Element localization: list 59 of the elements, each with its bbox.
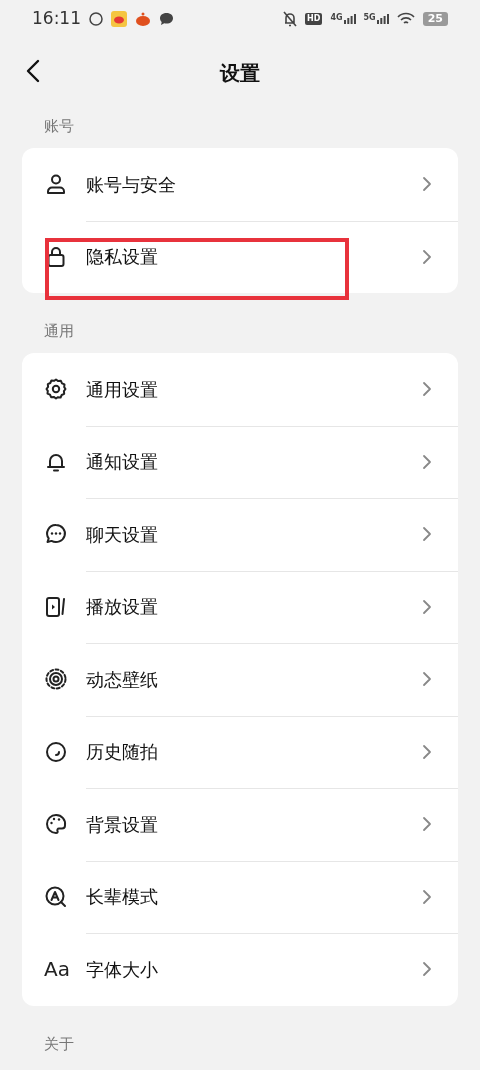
item-label: 通用设置 (86, 377, 159, 402)
settings-item[interactable]: 动态壁纸 (22, 643, 458, 716)
app-icon (135, 11, 151, 27)
signal-icon (343, 14, 356, 24)
message-icon (159, 12, 174, 26)
target-icon (44, 667, 68, 692)
item-label: 隐私设置 (86, 245, 159, 270)
chevron-right-icon (422, 176, 432, 193)
item-label: 字体大小 (86, 957, 159, 982)
chevron-right-icon (422, 888, 432, 905)
chevron-right-icon (422, 816, 432, 833)
settings-icon (44, 377, 68, 402)
item-label: 播放设置 (86, 595, 159, 620)
section-heading: 关于 (44, 1034, 74, 1053)
history-icon (44, 739, 68, 764)
item-label: 通知设置 (86, 450, 159, 475)
battery-level: 25 (422, 12, 448, 26)
settings-item[interactable]: 播放设置 (22, 570, 458, 643)
circle-icon (89, 12, 103, 26)
settings-item[interactable]: Aa 字体大小 (22, 933, 458, 1006)
settings-item[interactable]: 长辈模式 (22, 860, 458, 933)
font-size-icon: Aa (44, 959, 68, 980)
chevron-right-icon (422, 381, 432, 398)
person-icon (44, 172, 68, 197)
chevron-right-icon (422, 671, 432, 688)
back-icon (26, 59, 40, 83)
item-label: 动态壁纸 (86, 667, 159, 692)
app-icon (111, 11, 127, 27)
hd-badge: HD (305, 13, 323, 25)
network-type: 5G (363, 14, 376, 22)
palette-icon (44, 812, 68, 837)
item-label: 背景设置 (86, 812, 159, 837)
settings-item[interactable]: 通知设置 (22, 425, 458, 498)
play-screen-icon (44, 594, 68, 619)
chevron-right-icon (422, 598, 432, 615)
settings-item[interactable]: 背景设置 (22, 788, 458, 861)
item-label: 长辈模式 (86, 885, 159, 910)
network-type: 4G (330, 14, 343, 22)
page-title: 设置 (220, 60, 260, 87)
settings-item[interactable]: 通用设置 (22, 353, 458, 426)
settings-item[interactable]: 聊天设置 (22, 498, 458, 571)
muted-bell-icon (283, 11, 298, 27)
section-heading: 通用 (44, 322, 74, 340)
settings-item[interactable]: 历史随拍 (22, 715, 458, 788)
clock-time: 16:11 (32, 7, 81, 31)
signal-icon (376, 14, 389, 24)
chevron-right-icon (422, 961, 432, 978)
item-label: 聊天设置 (86, 522, 159, 547)
settings-item[interactable]: 账号与安全 (22, 148, 458, 221)
settings-item[interactable]: 隐私设置 (22, 220, 458, 293)
chevron-right-icon (422, 743, 432, 760)
section-heading: 账号 (44, 117, 74, 135)
chevron-right-icon (422, 526, 432, 543)
chevron-right-icon (422, 453, 432, 470)
magnifier-icon (44, 884, 68, 909)
chevron-right-icon (422, 248, 432, 265)
item-label: 历史随拍 (86, 740, 159, 765)
wifi-icon (396, 12, 415, 26)
item-label: 账号与安全 (86, 172, 177, 197)
